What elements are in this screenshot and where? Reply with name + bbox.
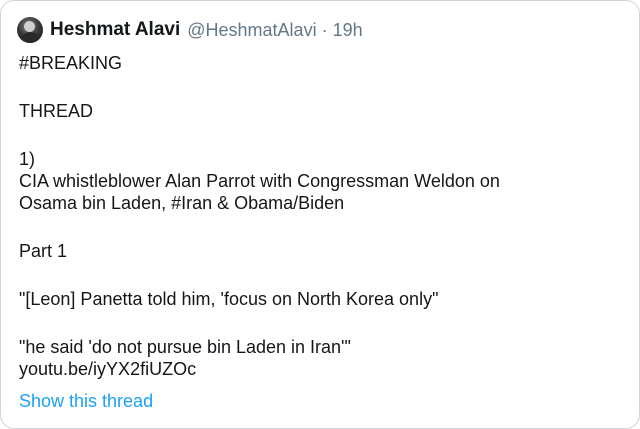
timestamp[interactable]: 19h	[333, 20, 363, 41]
avatar[interactable]	[17, 17, 43, 43]
youtube-link[interactable]: youtu.be/iyYX2fiUZOc	[19, 358, 619, 380]
tweet-text-line: CIA whistleblower Alan Parrot with Congr…	[19, 171, 500, 191]
part-number-label: 1)	[19, 149, 36, 169]
hashtag-breaking[interactable]: #BREAKING	[19, 52, 619, 74]
tweet-header: Heshmat Alavi @HeshmatAlavi · 19h	[17, 16, 363, 44]
thread-label: THREAD	[19, 101, 94, 121]
part-label: Part 1	[19, 241, 68, 261]
user-handle[interactable]: @HeshmatAlavi	[187, 20, 316, 41]
tweet-text-line: Osama bin Laden, #Iran & Obama/Biden	[19, 193, 345, 213]
tweet-body: #BREAKING THREAD 1) CIA whistleblower Al…	[19, 52, 619, 380]
quote-line: "he said 'do not pursue bin Laden in Ira…	[19, 337, 351, 357]
tweet-card[interactable]: Heshmat Alavi @HeshmatAlavi · 19h #BREAK…	[0, 0, 640, 429]
display-name[interactable]: Heshmat Alavi	[50, 19, 180, 41]
show-thread-link[interactable]: Show this thread	[19, 390, 153, 412]
quote-line: "[Leon] Panetta told him, 'focus on Nort…	[19, 289, 439, 309]
separator-dot: ·	[321, 19, 328, 40]
